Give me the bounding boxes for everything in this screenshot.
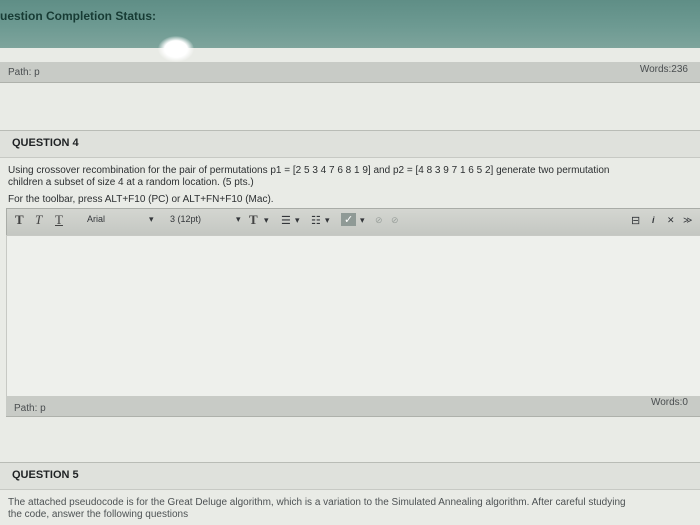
- font-size-value: 3 (12pt): [170, 214, 202, 224]
- font-family-value: Arial: [87, 214, 106, 224]
- question-4-header: QUESTION 4: [0, 130, 700, 158]
- completion-status-label: uestion Completion Status:: [0, 9, 156, 23]
- collapse-toolbar-icon[interactable]: ≫: [683, 215, 692, 226]
- question-5-title: QUESTION 5: [12, 469, 79, 481]
- numbered-list-dropdown-icon[interactable]: ▾: [325, 215, 330, 226]
- answer-editor-area[interactable]: [6, 235, 700, 397]
- word-count: Words:236: [639, 64, 688, 75]
- path-label: Path: p: [8, 67, 40, 78]
- question-4-title: QUESTION 4: [12, 137, 79, 149]
- question-5-header: QUESTION 5: [0, 462, 700, 490]
- unlink-icon[interactable]: ⊘: [391, 215, 399, 226]
- info-icon[interactable]: i: [652, 215, 655, 225]
- screen-glare: [158, 36, 194, 62]
- editor-statusbar-previous: Path: p Words:236: [0, 62, 700, 83]
- spellcheck-dropdown-icon[interactable]: ▾: [360, 215, 365, 226]
- italic-button[interactable]: T: [35, 212, 42, 228]
- bullet-list-icon[interactable]: ☰: [281, 214, 291, 227]
- rich-text-toolbar: T T T Arial ▾ 3 (12pt) ▾ T ▾ ☰ ▾ ☷ ▾ ✓ ▾…: [6, 208, 700, 236]
- numbered-list-icon[interactable]: ☷: [311, 214, 321, 227]
- bold-button[interactable]: T: [15, 212, 24, 228]
- question-4-prompt: Using crossover recombination for the pa…: [8, 165, 694, 189]
- text-color-button[interactable]: T: [249, 212, 258, 228]
- preview-icon[interactable]: ⊟: [631, 214, 640, 227]
- question-5-prompt: The attached pseudocode is for the Great…: [8, 497, 694, 521]
- link-icon[interactable]: ⊘: [375, 215, 383, 226]
- chevron-down-icon: ▾: [149, 214, 154, 224]
- font-family-select[interactable]: Arial ▾: [87, 214, 157, 229]
- editor-statusbar: Path: p Words:0: [6, 396, 700, 417]
- question-4-line-1: Using crossover recombination for the pa…: [8, 165, 610, 176]
- question-5-line-1: The attached pseudocode is for the Great…: [8, 497, 626, 508]
- question-4-line-2: children a subset of size 4 at a random …: [8, 177, 254, 188]
- expand-icon[interactable]: ✕: [667, 215, 675, 226]
- text-color-dropdown-icon[interactable]: ▾: [264, 215, 269, 226]
- question-status-header: uestion Completion Status:: [0, 0, 700, 48]
- chevron-down-icon: ▾: [236, 214, 241, 224]
- font-size-select[interactable]: 3 (12pt) ▾: [170, 214, 242, 229]
- bullet-list-dropdown-icon[interactable]: ▾: [295, 215, 300, 226]
- spellcheck-icon[interactable]: ✓: [341, 213, 357, 226]
- word-count: Words:0: [650, 397, 688, 408]
- question-5-line-2: the code, answer the following questions: [8, 509, 189, 520]
- underline-button[interactable]: T: [55, 212, 63, 228]
- toolbar-hint: For the toolbar, press ALT+F10 (PC) or A…: [8, 194, 274, 205]
- path-label: Path: p: [14, 403, 46, 414]
